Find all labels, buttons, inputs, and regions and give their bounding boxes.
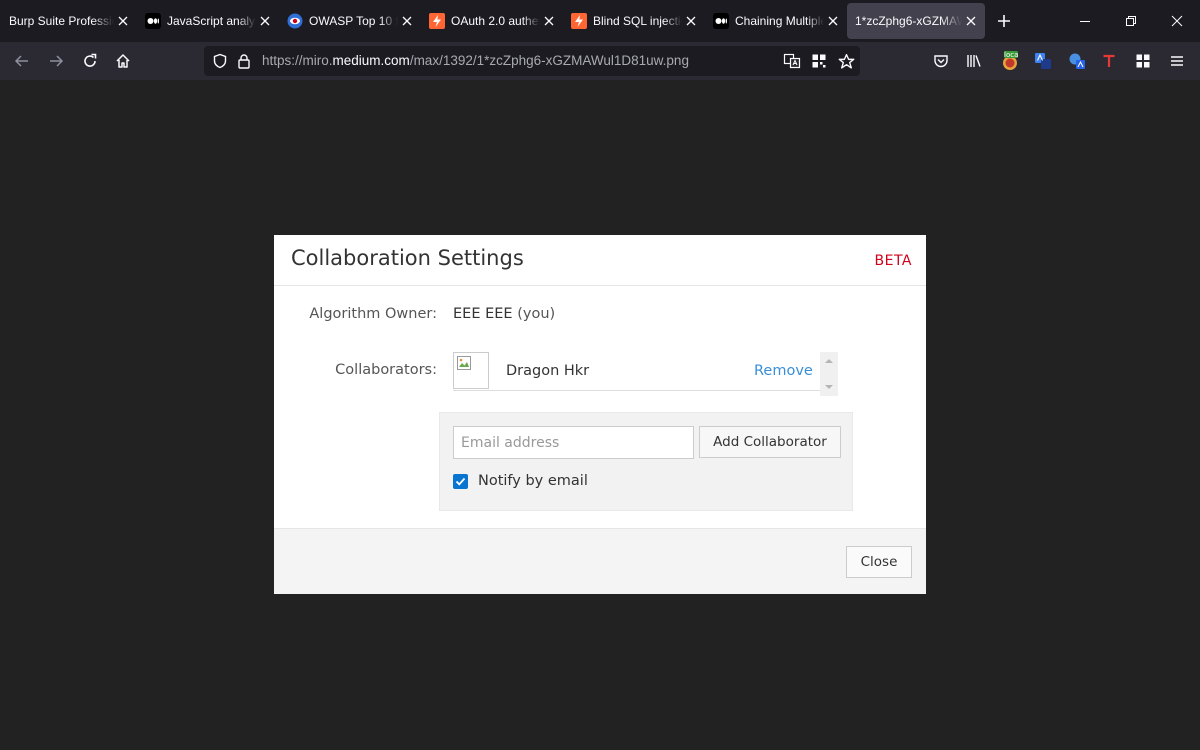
window-controls	[1062, 0, 1200, 42]
owner-suffix: (you)	[517, 306, 556, 322]
owner-value: EEE EEE (you)	[453, 306, 555, 322]
hamburger-menu-icon	[1171, 56, 1183, 66]
algorithm-owner-label: Algorithm Owner:	[309, 306, 437, 322]
tab-oauth-authentication[interactable]: OAuth 2.0 authentication	[421, 3, 563, 39]
translate-icon	[1035, 53, 1051, 69]
close-icon[interactable]	[401, 15, 413, 27]
tab-title: JavaScript analysis	[167, 14, 256, 28]
url-host: medium.com	[332, 53, 410, 68]
minimize-button[interactable]	[1062, 0, 1108, 42]
forward-button[interactable]	[40, 45, 72, 77]
medium-icon	[713, 13, 729, 29]
close-icon	[1171, 15, 1183, 27]
collaborators-scrollbar[interactable]	[820, 352, 838, 396]
close-icon[interactable]	[543, 15, 555, 27]
restore-button[interactable]	[1108, 0, 1154, 42]
translate-extension-button[interactable]	[1027, 45, 1059, 77]
tab-title: Blind SQL injection	[593, 14, 682, 28]
home-icon	[116, 54, 130, 68]
translate-icon	[1069, 53, 1085, 69]
arrow-left-icon	[14, 55, 28, 67]
extension-localcdn-button[interactable]: loca	[994, 45, 1026, 77]
scroll-down-arrow-icon[interactable]	[824, 382, 834, 392]
tracking-protection-shield-icon[interactable]	[210, 51, 230, 71]
url-text[interactable]: https://miro.medium.com/max/1392/1*zcZph…	[262, 53, 689, 68]
dialog-title: Collaboration Settings	[291, 246, 524, 270]
qr-code-icon[interactable]	[809, 51, 829, 71]
broken-image-icon	[457, 356, 471, 370]
tab-owasp-top-10[interactable]: OWASP Top 10 for	[279, 3, 421, 39]
email-address-input[interactable]	[453, 426, 694, 459]
translate-extension-2-button[interactable]	[1061, 45, 1093, 77]
close-icon[interactable]	[827, 15, 839, 27]
extension-t-button[interactable]	[1093, 45, 1125, 77]
tab-title: OAuth 2.0 authentication	[451, 14, 540, 28]
collaborator-row: Dragon Hkr Remove	[453, 352, 838, 391]
lock-icon[interactable]	[234, 51, 254, 71]
checkmark-icon	[455, 477, 466, 486]
close-icon[interactable]	[259, 15, 271, 27]
beta-badge: BETA	[874, 253, 912, 269]
collaborator-name: Dragon Hkr	[506, 363, 590, 379]
minimize-icon	[1080, 21, 1090, 22]
avatar	[453, 352, 489, 389]
close-icon[interactable]	[685, 15, 697, 27]
tab-image-active[interactable]: 1*zcZphg6-xGZMAWul1D81uw.png	[847, 3, 985, 39]
reload-button[interactable]	[74, 45, 106, 77]
portswigger-icon	[571, 13, 587, 29]
portswigger-icon	[429, 13, 445, 29]
collaborators-label: Collaborators:	[335, 362, 437, 378]
library-icon	[967, 55, 981, 67]
notify-by-email-option[interactable]: Notify by email	[453, 472, 588, 490]
extensions-button[interactable]	[1127, 45, 1159, 77]
arrow-right-icon	[50, 55, 64, 67]
translate-page-icon[interactable]	[782, 51, 802, 71]
remove-collaborator-link[interactable]: Remove	[754, 363, 813, 379]
restore-icon	[1126, 16, 1136, 26]
library-button[interactable]	[958, 45, 990, 77]
medium-icon	[145, 13, 161, 29]
tab-title: 1*zcZphg6-xGZMAWul1D81uw.png	[855, 14, 962, 28]
dialog-footer: Close	[274, 528, 926, 594]
new-tab-button[interactable]	[985, 3, 1023, 39]
extension-badge-text: loca	[1004, 51, 1019, 59]
extensions-icon	[1136, 54, 1150, 68]
add-collaborator-button[interactable]: Add Collaborator	[699, 426, 841, 458]
url-prefix: https://miro.	[262, 53, 333, 68]
pocket-button[interactable]	[925, 45, 957, 77]
collaboration-settings-dialog: Collaboration Settings BETA Algorithm Ow…	[274, 235, 926, 594]
tab-title: Chaining Multiple	[735, 14, 824, 28]
scroll-up-arrow-icon[interactable]	[824, 356, 834, 366]
add-collaborator-panel: Add Collaborator Notify by email	[439, 412, 853, 511]
tab-burp-suite[interactable]: Burp Suite Professional	[0, 3, 137, 39]
plus-icon	[998, 15, 1010, 27]
tab-strip: Burp Suite Professional JavaScript analy…	[0, 0, 1200, 42]
notify-checkbox[interactable]	[453, 473, 468, 489]
url-path: /max/1392/1*zcZphg6-xGZMAWul1D81uw.png	[409, 53, 689, 68]
owner-name: EEE EEE	[453, 306, 513, 322]
close-icon[interactable]	[117, 15, 129, 27]
tab-javascript-analysis[interactable]: JavaScript analysis	[137, 3, 279, 39]
tab-title: Burp Suite Professional	[9, 14, 114, 28]
tab-chaining-multiple[interactable]: Chaining Multiple	[705, 3, 847, 39]
app-menu-button[interactable]	[1161, 45, 1193, 77]
owasp-icon	[287, 13, 303, 29]
tab-blind-sql-injection[interactable]: Blind SQL injection	[563, 3, 705, 39]
dialog-header: Collaboration Settings BETA	[274, 235, 926, 286]
reload-icon	[84, 53, 97, 67]
t-letter-icon	[1103, 54, 1115, 67]
bookmark-star-icon[interactable]	[836, 51, 856, 71]
url-bar[interactable]: https://miro.medium.com/max/1392/1*zcZph…	[204, 46, 860, 76]
notify-label: Notify by email	[478, 473, 588, 489]
pocket-icon	[934, 55, 948, 68]
home-button[interactable]	[107, 45, 139, 77]
close-icon[interactable]	[965, 15, 977, 27]
back-button[interactable]	[6, 45, 38, 77]
close-window-button[interactable]	[1154, 0, 1200, 42]
tab-title: OWASP Top 10 for	[309, 14, 398, 28]
close-button[interactable]: Close	[846, 546, 912, 578]
